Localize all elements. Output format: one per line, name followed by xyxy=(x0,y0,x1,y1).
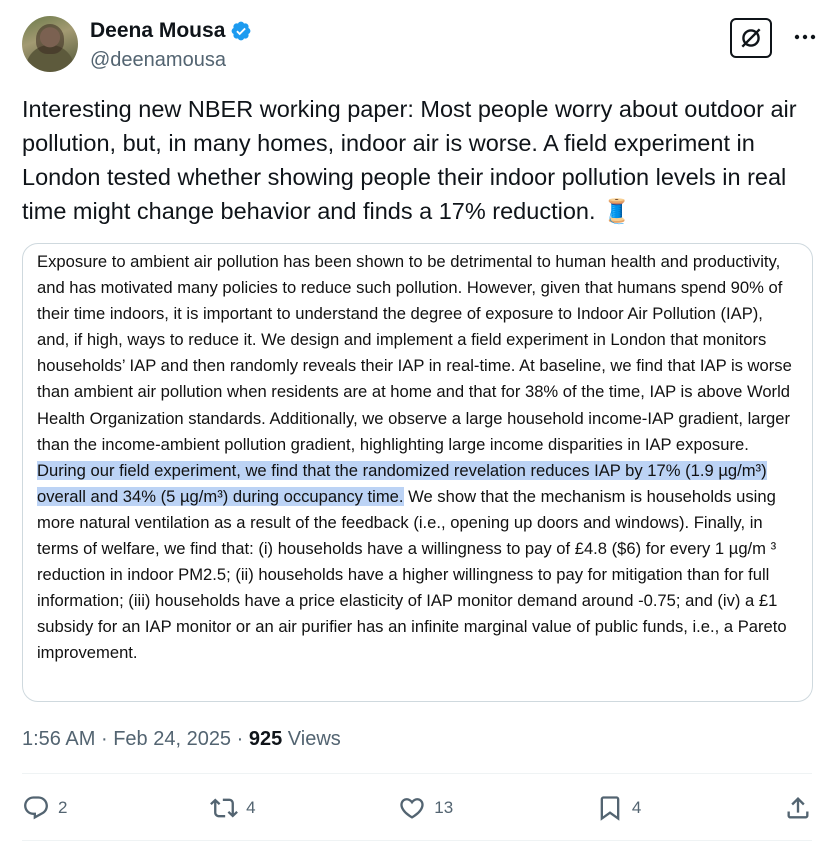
abstract-text-after: We show that the mechanism is households… xyxy=(37,486,787,663)
display-name[interactable]: Deena Mousa xyxy=(90,18,225,44)
divider xyxy=(22,840,812,841)
bookmark-count: 4 xyxy=(631,798,642,817)
abstract-text-before: Exposure to ambient air pollution has be… xyxy=(37,252,792,454)
views-label: Views xyxy=(287,728,341,750)
share-icon xyxy=(787,797,809,819)
action-bar: 2 4 13 4 xyxy=(22,788,812,828)
reply-button[interactable]: 2 xyxy=(22,794,67,822)
heart-icon xyxy=(400,798,424,819)
grok-icon xyxy=(741,28,761,48)
views-count: 925 xyxy=(248,728,283,750)
repost-count: 4 xyxy=(246,798,256,817)
tweet-meta: 1:56 AM · Feb 24, 2025 · 925 Views xyxy=(22,724,341,754)
tweet-header: Deena Mousa @deenamousa xyxy=(22,16,820,74)
abstract-text: Exposure to ambient air pollution has be… xyxy=(37,249,798,667)
attached-image-card[interactable]: Exposure to ambient air pollution has be… xyxy=(22,243,813,702)
display-name-row[interactable]: Deena Mousa xyxy=(90,18,252,44)
reply-count: 2 xyxy=(58,798,68,817)
repost-button[interactable]: 4 xyxy=(210,794,256,822)
grok-button[interactable] xyxy=(730,18,772,58)
more-options-button[interactable] xyxy=(790,22,820,52)
handle[interactable]: @deenamousa xyxy=(90,46,252,74)
meta-separator: · xyxy=(100,728,108,750)
tweet-time[interactable]: 1:56 AM xyxy=(22,728,95,750)
reply-icon xyxy=(24,796,48,820)
meta-separator: · xyxy=(236,728,244,750)
avatar[interactable] xyxy=(22,16,78,72)
like-button[interactable]: 13 xyxy=(398,794,453,822)
like-count: 13 xyxy=(434,798,454,817)
bookmark-icon xyxy=(600,796,620,821)
tweet-date[interactable]: Feb 24, 2025 xyxy=(113,728,231,750)
more-icon xyxy=(794,34,816,40)
share-button[interactable] xyxy=(784,794,812,822)
tweet-text: Interesting new NBER working paper: Most… xyxy=(22,96,797,224)
repost-icon xyxy=(210,798,239,818)
bookmark-button[interactable]: 4 xyxy=(596,794,641,822)
verified-badge-icon xyxy=(231,21,251,41)
divider xyxy=(22,773,812,774)
author-block: Deena Mousa @deenamousa xyxy=(90,18,252,74)
